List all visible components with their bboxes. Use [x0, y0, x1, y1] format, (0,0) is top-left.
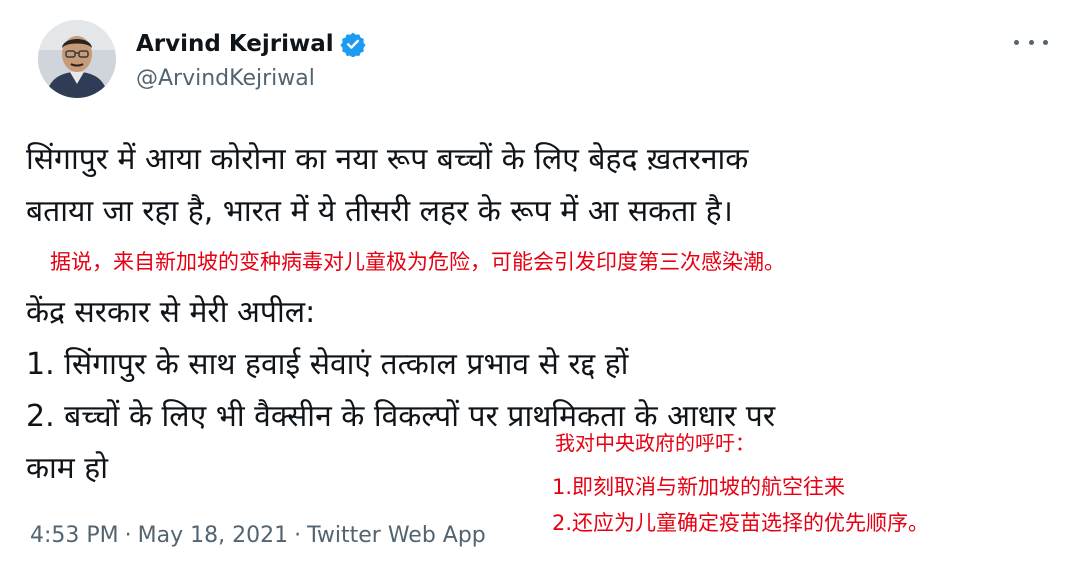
- display-name[interactable]: Arvind Kejriwal: [136, 31, 334, 57]
- user-handle[interactable]: @ArvindKejriwal: [136, 66, 315, 91]
- tweet-text-line-6: काम हो: [26, 451, 108, 486]
- separator-dot: ·: [124, 523, 132, 548]
- verified-badge-icon: [340, 31, 366, 58]
- profile-photo: [38, 20, 116, 98]
- tweet-source[interactable]: Twitter Web App: [307, 523, 486, 548]
- more-options-icon[interactable]: [1014, 34, 1048, 50]
- tweet-date[interactable]: May 18, 2021: [138, 523, 288, 548]
- tweet-text-line-2: बताया जा रहा है, भारत में ये तीसरी लहर क…: [26, 194, 733, 229]
- chinese-translation-2-item-1: 1.即刻取消与新加坡的航空往来: [552, 475, 846, 499]
- avatar[interactable]: [38, 20, 116, 98]
- chinese-translation-2-title: 我对中央政府的呼吁：: [555, 431, 755, 455]
- tweet-text-line-1: सिंगापुर में आया कोरोना का नया रूप बच्चो…: [26, 142, 749, 177]
- separator-dot: ·: [294, 523, 302, 548]
- tweet-text-line-3: केंद्र सरकार से मेरी अपील:: [26, 295, 316, 330]
- tweet-time[interactable]: 4:53 PM: [30, 523, 119, 548]
- chinese-translation-1: 据说，来自新加坡的变种病毒对儿童极为危险，可能会引发印度第三次感染潮。: [50, 250, 785, 274]
- tweet-text-line-4: 1. सिंगापुर के साथ हवाई सेवाएं तत्काल प्…: [26, 347, 629, 382]
- tweet-metadata: 4:53 PM · May 18, 2021 · Twitter Web App: [30, 523, 486, 548]
- author-name-row[interactable]: Arvind Kejriwal: [136, 28, 366, 60]
- chinese-translation-2-item-2: 2.还应为儿童确定疫苗选择的优先顺序。: [552, 511, 930, 535]
